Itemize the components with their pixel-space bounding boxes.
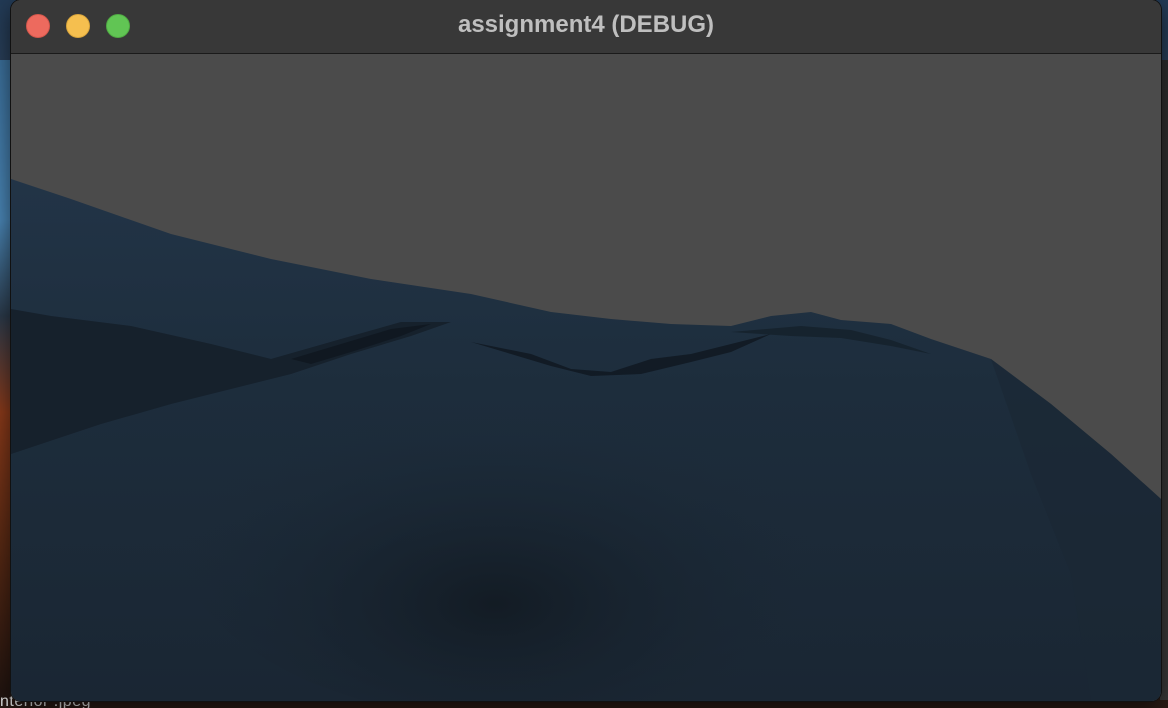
minimize-icon[interactable] [66,14,90,38]
desktop-wallpaper-right [1160,60,1168,700]
app-window[interactable]: assignment4 (DEBUG) [11,0,1161,701]
terrain-render [11,54,1161,701]
window-title: assignment4 (DEBUG) [457,11,715,38]
close-icon[interactable] [26,14,50,38]
zoom-icon[interactable] [106,14,130,38]
render-viewport[interactable] [11,54,1161,701]
window-titlebar[interactable]: assignment4 (DEBUG) [11,0,1161,54]
